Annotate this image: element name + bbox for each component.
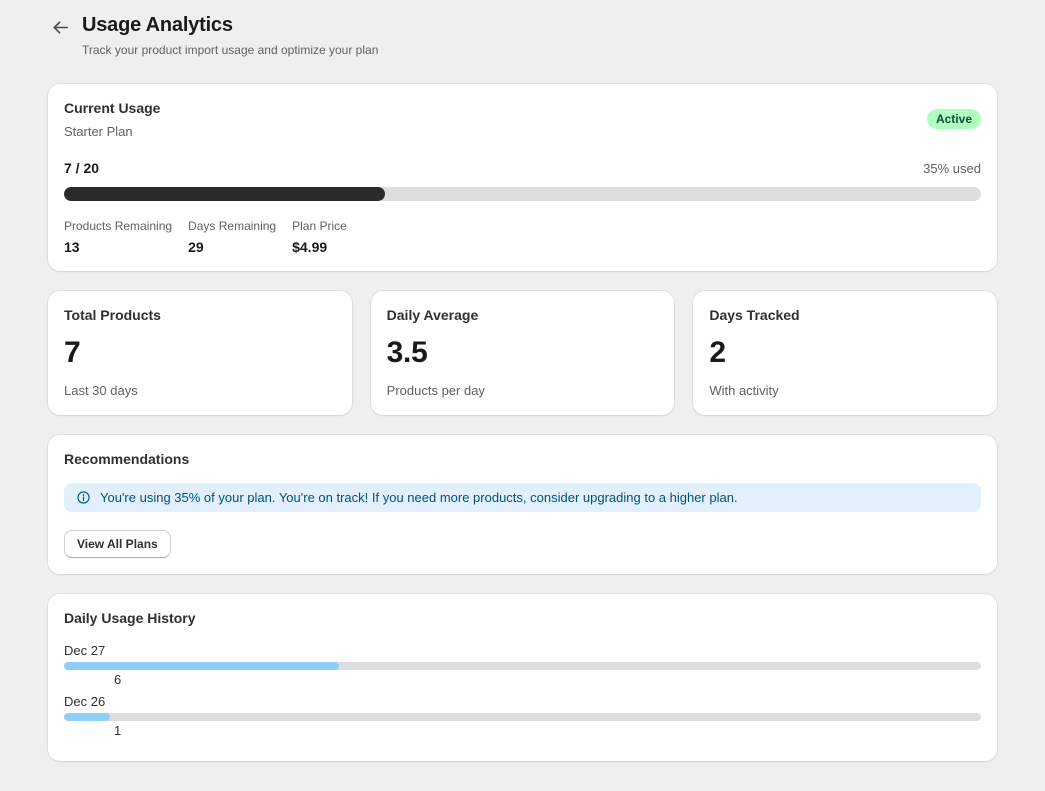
info-banner: You're using 35% of your plan. You're on… xyxy=(64,483,981,512)
stat-card-title: Total Products xyxy=(64,307,336,323)
stat-card-caption: Last 30 days xyxy=(64,383,336,398)
page-subtitle: Track your product import usage and opti… xyxy=(82,43,378,57)
stat-card-caption: With activity xyxy=(709,383,981,398)
stat-card-value: 2 xyxy=(709,336,981,370)
stat-card-caption: Products per day xyxy=(387,383,659,398)
usage-history-title: Daily Usage History xyxy=(64,610,981,626)
stat-card-value: 3.5 xyxy=(387,336,659,370)
daily-usage-history-card: Daily Usage History Dec 27 6 Dec 26 1 xyxy=(48,594,997,761)
stat-card-title: Days Tracked xyxy=(709,307,981,323)
history-bar-fill xyxy=(64,713,110,721)
stat-card-daily-average: Daily Average 3.5 Products per day xyxy=(371,291,675,415)
history-row: Dec 26 1 xyxy=(64,694,981,738)
stat-value: $4.99 xyxy=(292,239,347,255)
stat-card-grid: Total Products 7 Last 30 days Daily Aver… xyxy=(48,291,997,415)
stat-plan-price: Plan Price $4.99 xyxy=(292,219,347,255)
page-title: Usage Analytics xyxy=(82,14,378,37)
plan-name: Starter Plan xyxy=(64,124,160,139)
stat-card-days-tracked: Days Tracked 2 With activity xyxy=(693,291,997,415)
stat-card-total-products: Total Products 7 Last 30 days xyxy=(48,291,352,415)
usage-fraction: 7 / 20 xyxy=(64,160,99,176)
stat-label: Plan Price xyxy=(292,219,347,233)
current-usage-title: Current Usage xyxy=(64,100,160,116)
stat-label: Days Remaining xyxy=(188,219,276,233)
stat-value: 29 xyxy=(188,239,276,255)
usage-progress-fill xyxy=(64,187,385,201)
stat-products-remaining: Products Remaining 13 xyxy=(64,219,172,255)
stat-card-title: Daily Average xyxy=(387,307,659,323)
history-bar xyxy=(64,713,981,721)
arrow-left-icon xyxy=(51,18,70,37)
current-usage-card: Current Usage Starter Plan Active 7 / 20… xyxy=(48,84,997,271)
recommendations-title: Recommendations xyxy=(64,451,981,467)
back-button[interactable] xyxy=(48,15,72,39)
usage-progress-bar xyxy=(64,187,981,201)
info-banner-text: You're using 35% of your plan. You're on… xyxy=(100,490,738,505)
history-row: Dec 27 6 xyxy=(64,643,981,687)
stat-days-remaining: Days Remaining 29 xyxy=(188,219,276,255)
status-badge: Active xyxy=(927,109,981,129)
stat-label: Products Remaining xyxy=(64,219,172,233)
history-count: 6 xyxy=(64,672,981,687)
stat-value: 13 xyxy=(64,239,172,255)
usage-history-rows: Dec 27 6 Dec 26 1 xyxy=(64,643,981,738)
header-text: Usage Analytics Track your product impor… xyxy=(82,14,378,57)
history-count: 1 xyxy=(64,723,981,738)
history-bar xyxy=(64,662,981,670)
history-date: Dec 26 xyxy=(64,694,981,709)
page-header: Usage Analytics Track your product impor… xyxy=(48,14,997,57)
stat-card-value: 7 xyxy=(64,336,336,370)
history-bar-fill xyxy=(64,662,339,670)
info-icon xyxy=(76,490,91,505)
recommendations-card: Recommendations You're using 35% of your… xyxy=(48,435,997,574)
history-date: Dec 27 xyxy=(64,643,981,658)
current-usage-stats: Products Remaining 13 Days Remaining 29 … xyxy=(64,219,981,255)
usage-analytics-page: Usage Analytics Track your product impor… xyxy=(0,0,1045,791)
percent-used-label: 35% used xyxy=(923,161,981,176)
view-all-plans-button[interactable]: View All Plans xyxy=(64,530,171,558)
